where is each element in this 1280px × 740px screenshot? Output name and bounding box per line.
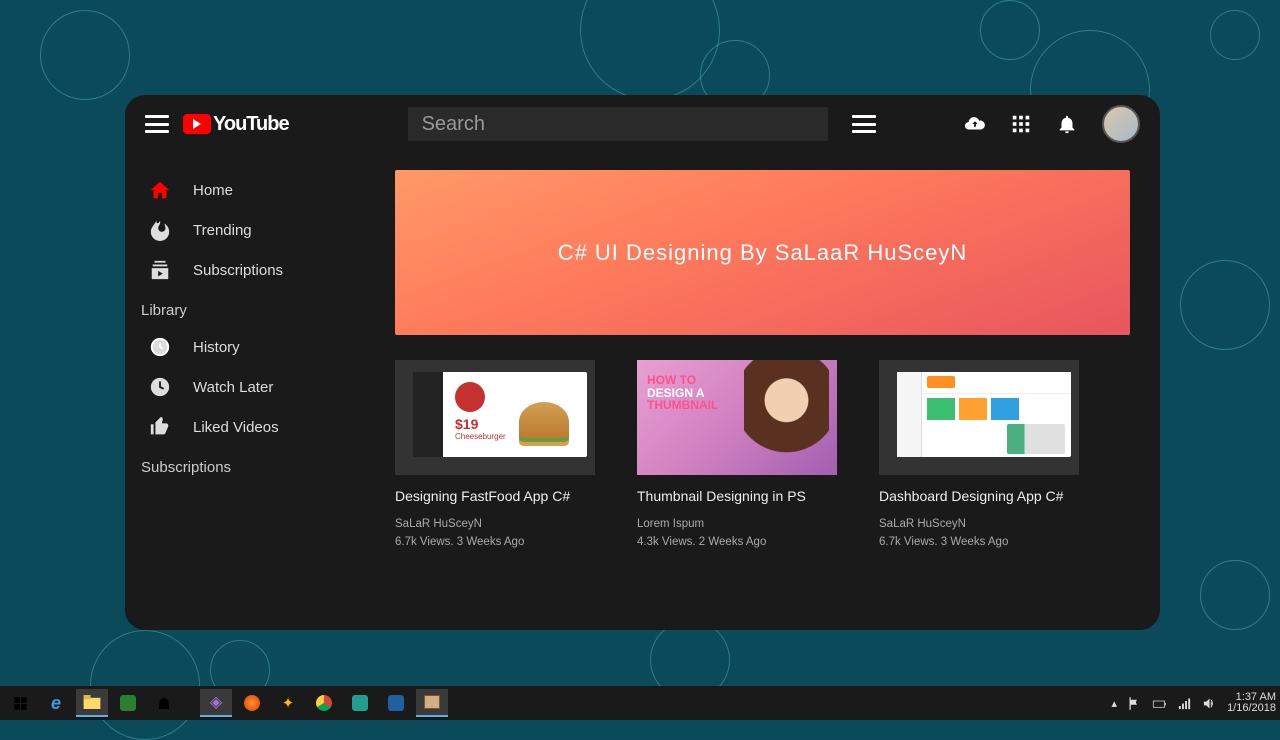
taskbar-ie[interactable]: e: [40, 689, 72, 717]
video-author: SaLaR HuSceyN: [879, 518, 1079, 530]
sidebar-item-label: Liked Videos: [193, 419, 279, 436]
banner-text: C# UI Designing By SaLaaR HuSceyN: [558, 240, 968, 266]
video-card[interactable]: Dashboard Designing App C# SaLaR HuSceyN…: [879, 360, 1079, 548]
video-grid: $19 Cheeseburger Designing FastFood App …: [395, 360, 1140, 548]
video-title: Designing FastFood App C#: [395, 487, 595, 506]
clock[interactable]: 1:37 AM 1/16/2018: [1227, 692, 1276, 714]
history-icon: [149, 336, 171, 358]
menu-icon[interactable]: [145, 115, 169, 133]
main-content: C# UI Designing By SaLaaR HuSceyN $19 Ch…: [385, 95, 1160, 630]
sidebar-item-label: History: [193, 339, 240, 356]
upload-icon[interactable]: [964, 113, 986, 135]
play-icon: [183, 114, 211, 134]
thumb-price: $19: [455, 416, 478, 432]
search-options-icon[interactable]: [852, 115, 876, 133]
sidebar-item-subscriptions[interactable]: Subscriptions: [125, 250, 385, 290]
thumb-label: Cheeseburger: [455, 432, 506, 441]
date-text: 1/16/2018: [1227, 703, 1276, 714]
sidebar-item-trending[interactable]: Trending: [125, 210, 385, 250]
subscriptions-title: Subscriptions: [125, 447, 385, 484]
taskbar-form-app[interactable]: [416, 689, 448, 717]
thumb-up-icon: [149, 416, 171, 438]
library-title: Library: [125, 290, 385, 327]
sidebar-item-liked[interactable]: Liked Videos: [125, 407, 385, 447]
sidebar: Home Trending Subscriptions Library Hist…: [125, 95, 385, 630]
video-author: Lorem Ispum: [637, 518, 837, 530]
taskbar-app-green[interactable]: [112, 689, 144, 717]
video-title: Dashboard Designing App C#: [879, 487, 1079, 506]
channel-banner[interactable]: C# UI Designing By SaLaaR HuSceyN: [395, 170, 1130, 335]
video-title: Thumbnail Designing in PS: [637, 487, 837, 506]
taskbar-app-teal[interactable]: [344, 689, 376, 717]
sidebar-item-label: Home: [193, 182, 233, 199]
taskbar-chrome[interactable]: [308, 689, 340, 717]
sidebar-item-label: Subscriptions: [193, 262, 283, 279]
app-window: YouTube Home Trending Subscriptions Libr…: [125, 95, 1160, 630]
tray-up-icon[interactable]: ▴: [1112, 697, 1118, 710]
taskbar-explorer[interactable]: [76, 689, 108, 717]
taskbar-firefox[interactable]: [236, 689, 268, 717]
wifi-icon[interactable]: [1177, 696, 1192, 711]
avatar[interactable]: [1102, 105, 1140, 143]
taskbar-app-yellow[interactable]: ✦: [272, 689, 304, 717]
sidebar-item-watch-later[interactable]: Watch Later: [125, 367, 385, 407]
video-meta: 6.7k Views. 3 Weeks Ago: [879, 536, 1079, 548]
brand-text: YouTube: [213, 113, 289, 136]
apps-icon[interactable]: [1010, 113, 1032, 135]
thumb-overlay-text: HOW TODESIGN ATHUMBNAIL: [647, 374, 727, 412]
youtube-logo[interactable]: YouTube: [183, 113, 289, 136]
video-meta: 4.3k Views. 2 Weeks Ago: [637, 536, 837, 548]
taskbar-app-blue[interactable]: [380, 689, 412, 717]
subscriptions-icon: [149, 259, 171, 281]
video-thumbnail[interactable]: HOW TODESIGN ATHUMBNAIL: [637, 360, 837, 475]
flag-icon[interactable]: [1127, 696, 1142, 711]
taskbar-vs[interactable]: ◈: [200, 689, 232, 717]
sidebar-item-label: Watch Later: [193, 379, 273, 396]
home-icon: [149, 179, 171, 201]
bell-icon[interactable]: [1056, 113, 1078, 135]
sidebar-item-history[interactable]: History: [125, 327, 385, 367]
volume-icon[interactable]: [1202, 696, 1217, 711]
video-meta: 6.7k Views. 3 Weeks Ago: [395, 536, 595, 548]
app-header: YouTube: [125, 95, 1160, 153]
system-tray: ▴ 1:37 AM 1/16/2018: [1112, 692, 1276, 714]
header-actions: [964, 105, 1140, 143]
sidebar-item-label: Trending: [193, 222, 252, 239]
video-thumbnail[interactable]: [879, 360, 1079, 475]
video-card[interactable]: HOW TODESIGN ATHUMBNAIL Thumbnail Design…: [637, 360, 837, 548]
video-card[interactable]: $19 Cheeseburger Designing FastFood App …: [395, 360, 595, 548]
clock-icon: [149, 376, 171, 398]
search-input[interactable]: [408, 107, 828, 141]
battery-icon[interactable]: [1152, 696, 1167, 711]
flame-icon: [149, 219, 171, 241]
sidebar-item-home[interactable]: Home: [125, 170, 385, 210]
taskbar-app-store[interactable]: [148, 689, 180, 717]
taskbar: e ◈ ✦ ▴ 1:37 AM 1/16/2018: [0, 686, 1280, 720]
taskbar-separator: [184, 689, 196, 717]
start-button[interactable]: [4, 689, 36, 717]
video-thumbnail[interactable]: $19 Cheeseburger: [395, 360, 595, 475]
video-author: SaLaR HuSceyN: [395, 518, 595, 530]
